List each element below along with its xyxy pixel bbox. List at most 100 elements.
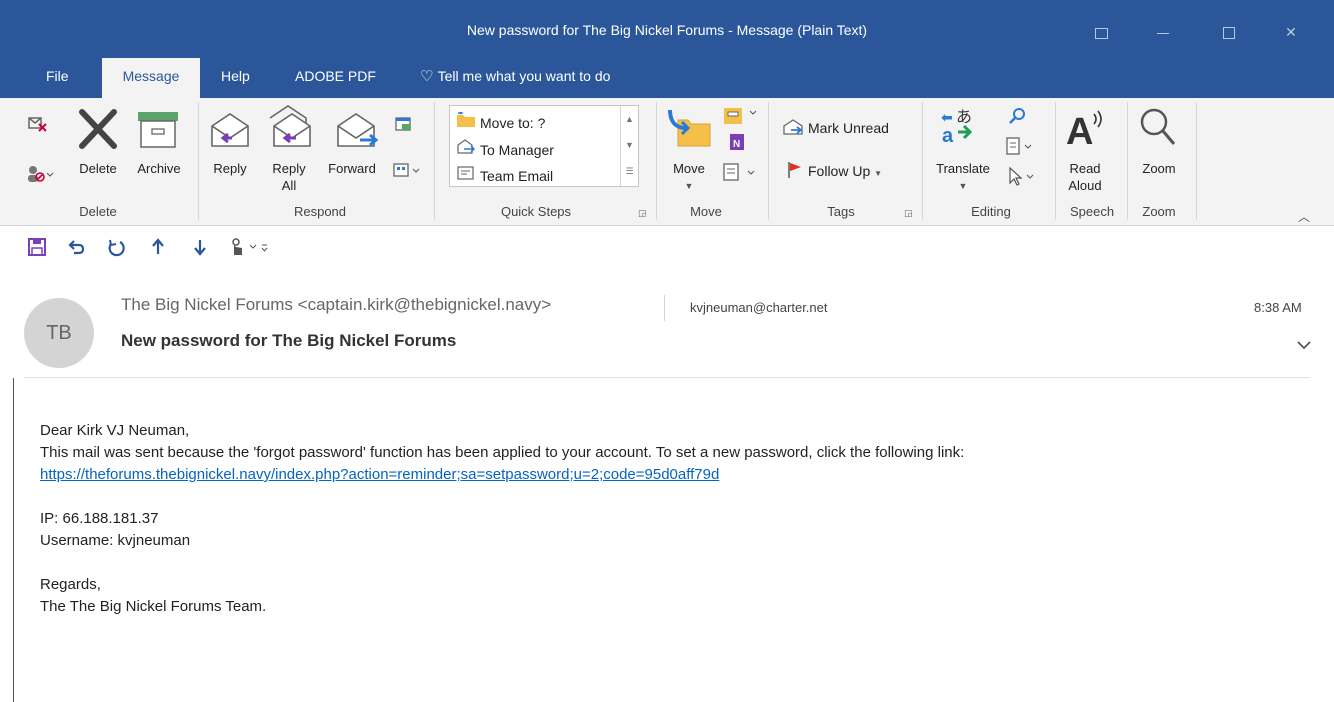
tell-me-label: Tell me what you want to do <box>437 68 611 84</box>
reply-all-button-line2[interactable]: All <box>266 177 312 194</box>
group-divider <box>1196 102 1197 220</box>
maximize-icon <box>1223 27 1235 39</box>
save-icon[interactable] <box>27 237 47 262</box>
reply-icon[interactable] <box>208 108 252 157</box>
junk-icon[interactable] <box>26 164 54 189</box>
reply-all-button-line1[interactable]: Reply <box>266 160 312 177</box>
follow-up-label: Follow Up <box>808 163 871 179</box>
svg-text:a: a <box>942 125 954 146</box>
next-item-icon[interactable] <box>192 237 208 262</box>
onenote-icon[interactable]: N <box>728 132 748 159</box>
group-divider <box>198 102 199 220</box>
read-aloud-icon[interactable]: A <box>1066 106 1106 155</box>
touch-mode-icon[interactable] <box>228 237 268 262</box>
translate-icon[interactable]: ⬅ あ a <box>940 106 976 151</box>
translate-button[interactable]: Translate <box>928 160 998 177</box>
tab-file[interactable]: File <box>46 58 69 98</box>
header-separator <box>24 377 1310 378</box>
received-time: 8:38 AM <box>1254 300 1302 315</box>
tags-group-label: Tags <box>827 204 855 219</box>
title-bar: New password for The Big Nickel Forums -… <box>0 0 1334 64</box>
flag-icon <box>786 160 804 185</box>
mark-unread-button[interactable]: Mark Unread <box>808 120 918 137</box>
group-divider <box>1055 102 1056 220</box>
forward-button[interactable]: Forward <box>321 160 383 177</box>
group-divider <box>922 102 923 220</box>
lightbulb-icon: ♡ <box>420 68 434 85</box>
message-subject: New password for The Big Nickel Forums <box>121 331 457 350</box>
respond-group-label: Respond <box>293 204 347 219</box>
quick-step-label: Move to: ? <box>480 115 546 131</box>
translate-dropdown-icon[interactable]: ▼ <box>928 178 998 195</box>
maximize-button[interactable] <box>1206 18 1252 46</box>
meeting-reply-icon[interactable] <box>394 116 414 139</box>
read-aloud-button-line1[interactable]: Read <box>1060 160 1110 177</box>
recipient[interactable]: kvjneuman@charter.net <box>690 300 828 315</box>
quick-steps-launcher-icon[interactable]: ◲ <box>638 208 647 219</box>
scroll-up-icon[interactable]: ▲ <box>621 106 638 132</box>
group-divider <box>1127 102 1128 220</box>
move-button[interactable]: Move <box>664 160 714 177</box>
minimize-button[interactable] <box>1140 18 1186 46</box>
ribbon-display-options-button[interactable] <box>1078 18 1124 46</box>
quick-steps-scrollbar[interactable]: ▲ ▼ ☰ <box>620 106 638 186</box>
delete-button[interactable]: Delete <box>73 160 123 177</box>
body-regards: Regards, <box>40 576 101 593</box>
archive-button[interactable]: Archive <box>130 160 188 177</box>
forward-icon[interactable] <box>334 108 382 157</box>
tab-adobe-pdf[interactable]: ADOBE PDF <box>295 58 376 98</box>
expand-header-icon[interactable] <box>1296 338 1312 356</box>
zoom-group-label: Zoom <box>1142 204 1176 219</box>
quick-step-team-email[interactable]: Team Email <box>456 165 553 184</box>
move-folder-icon[interactable] <box>666 106 714 155</box>
quick-step-label: Team Email <box>480 168 554 184</box>
previous-item-icon[interactable] <box>150 237 166 262</box>
body-username: Username: kvjneuman <box>40 532 191 549</box>
more-respond-icon[interactable] <box>392 162 422 185</box>
ribbon-display-icon <box>1094 28 1108 39</box>
mark-unread-icon <box>782 118 804 141</box>
chevron-down-icon: ▼ <box>874 169 883 178</box>
team-email-icon <box>456 165 480 184</box>
header-divider <box>664 295 665 321</box>
reply-button[interactable]: Reply <box>207 160 253 177</box>
tags-launcher-icon[interactable]: ◲ <box>904 208 913 219</box>
ribbon: Delete Archive Delete Reply Reply All Fo… <box>0 98 1334 226</box>
svg-text:あ: あ <box>956 107 972 126</box>
find-icon[interactable] <box>1008 106 1028 131</box>
undo-icon[interactable] <box>66 237 86 262</box>
zoom-button[interactable]: Zoom <box>1134 160 1184 177</box>
editing-group-label: Editing <box>971 204 1011 219</box>
tab-help[interactable]: Help <box>221 58 250 98</box>
zoom-icon[interactable] <box>1138 106 1178 155</box>
related-icon[interactable] <box>1004 136 1034 163</box>
archive-icon[interactable] <box>136 110 180 155</box>
forward-mail-icon <box>456 139 480 158</box>
collapse-ribbon-icon[interactable]: ︿ <box>1298 208 1310 225</box>
quick-step-move-to[interactable]: Move to: ? <box>456 111 546 131</box>
group-divider <box>656 102 657 220</box>
delete-icon[interactable] <box>78 108 118 155</box>
body-signature: The The Big Nickel Forums Team. <box>40 598 267 615</box>
move-group-label: Move <box>690 204 722 219</box>
tab-message[interactable]: Message <box>102 58 200 98</box>
select-cursor-icon[interactable] <box>1006 166 1036 193</box>
follow-up-button[interactable]: Follow Up ▼ <box>808 163 908 182</box>
quick-step-label: To Manager <box>480 142 554 158</box>
tell-me-search[interactable]: ♡ Tell me what you want to do <box>420 58 610 98</box>
read-aloud-button-line2[interactable]: Aloud <box>1060 177 1110 194</box>
reply-all-icon[interactable] <box>264 104 314 157</box>
minimize-icon <box>1157 33 1169 34</box>
ignore-icon[interactable] <box>26 112 48 139</box>
close-button[interactable]: ✕ <box>1268 18 1314 46</box>
quick-step-to-manager[interactable]: To Manager <box>456 139 554 158</box>
actions-icon[interactable] <box>722 162 758 189</box>
scroll-down-icon[interactable]: ▼ <box>621 132 638 158</box>
move-dropdown-icon[interactable]: ▼ <box>664 178 714 195</box>
reading-pane-edge <box>13 378 14 702</box>
password-reset-link[interactable]: https://theforums.thebignickel.navy/inde… <box>40 464 719 486</box>
redo-icon[interactable] <box>106 237 126 262</box>
gallery-expand-icon[interactable]: ☰ <box>621 158 638 184</box>
rules-icon[interactable] <box>722 102 758 133</box>
sender[interactable]: The Big Nickel Forums <captain.kirk@theb… <box>121 295 551 315</box>
